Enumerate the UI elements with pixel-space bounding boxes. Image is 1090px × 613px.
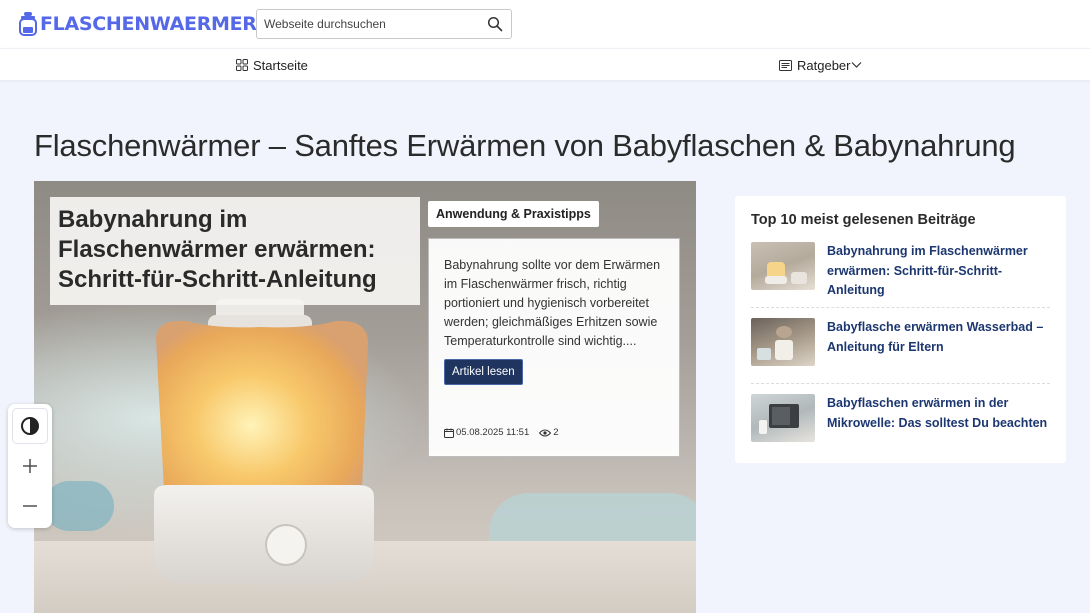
- site-logo[interactable]: FLASCHENWAERMER: [18, 11, 257, 37]
- minus-icon: [23, 505, 37, 507]
- logo-text: FLASCHENWAERMER: [40, 13, 257, 35]
- list-item[interactable]: Babyflaschen erwärmen in der Mikrowelle:…: [751, 392, 1050, 460]
- article-thumbnail[interactable]: [751, 242, 815, 290]
- top-article-link[interactable]: Babynahrung im Flaschenwärmer erwärmen: …: [827, 242, 1050, 301]
- baby-bottle-icon: [19, 12, 37, 36]
- article-views: 2: [539, 427, 559, 438]
- nav-item-startseite[interactable]: Startseite: [236, 49, 308, 81]
- zoom-in-button[interactable]: [12, 448, 48, 484]
- newspaper-icon: [779, 59, 792, 71]
- excerpt-card: Babynahrung sollte vor dem Erwärmen im F…: [428, 238, 680, 457]
- article-views-count: 2: [553, 427, 559, 438]
- bottle-warmer-thumbnail-graphic: [765, 262, 807, 284]
- top-articles-widget: Top 10 meist gelesenen Beiträge Babynahr…: [735, 196, 1066, 463]
- bottle-warmer-image: [154, 299, 374, 583]
- search-box: [256, 9, 512, 39]
- calendar-icon: [444, 428, 454, 438]
- search-icon[interactable]: [487, 16, 503, 32]
- accessibility-toolbar: [8, 404, 52, 528]
- contrast-icon: [21, 417, 39, 435]
- top-header: FLASCHENWAERMER: [0, 0, 1090, 48]
- nav-item-ratgeber[interactable]: Ratgeber: [779, 49, 862, 81]
- featured-article: Babynahrung im Flaschenwärmer erwärmen: …: [34, 181, 696, 613]
- zoom-out-button[interactable]: [12, 488, 48, 524]
- excerpt-text: Babynahrung sollte vor dem Erwärmen im F…: [444, 258, 661, 348]
- page-title: Flaschenwärmer – Sanftes Erwärmen von Ba…: [34, 128, 1016, 163]
- article-thumbnail[interactable]: [751, 318, 815, 366]
- main-navigation: Startseite Ratgeber: [0, 48, 1090, 80]
- list-item[interactable]: Babynahrung im Flaschenwärmer erwärmen: …: [751, 240, 1050, 308]
- chevron-down-icon: [852, 62, 862, 68]
- hero-headline-link[interactable]: Babynahrung im Flaschenwärmer erwärmen: …: [58, 205, 412, 295]
- nav-ratgeber-label: Ratgeber: [797, 57, 851, 73]
- article-date: 05.08.2025 11:51: [456, 427, 530, 438]
- microwave-thumbnail-graphic: [759, 404, 799, 434]
- article-thumbnail[interactable]: [751, 394, 815, 442]
- nav-home-label: Startseite: [253, 57, 308, 73]
- hero-background-shape: [44, 481, 114, 531]
- search-input[interactable]: [257, 10, 477, 38]
- widget-title: Top 10 meist gelesenen Beiträge: [751, 212, 976, 228]
- category-badge[interactable]: Anwendung & Praxistipps: [428, 201, 599, 227]
- top-article-link[interactable]: Babyflaschen erwärmen in der Mikrowelle:…: [827, 394, 1050, 433]
- contrast-toggle-button[interactable]: [12, 408, 48, 444]
- water-bath-thumbnail-graphic: [757, 326, 793, 360]
- plus-icon: [23, 459, 37, 473]
- read-article-button[interactable]: Artikel lesen: [444, 359, 523, 385]
- list-item[interactable]: Babyflasche erwärmen Wasserbad – Anleitu…: [751, 316, 1050, 384]
- article-meta: 05.08.2025 11:51 2: [444, 427, 559, 438]
- eye-icon: [539, 429, 552, 436]
- top-article-link[interactable]: Babyflasche erwärmen Wasserbad – Anleitu…: [827, 318, 1050, 357]
- grid-icon: [236, 59, 248, 71]
- hero-headline-box: Babynahrung im Flaschenwärmer erwärmen: …: [50, 197, 420, 305]
